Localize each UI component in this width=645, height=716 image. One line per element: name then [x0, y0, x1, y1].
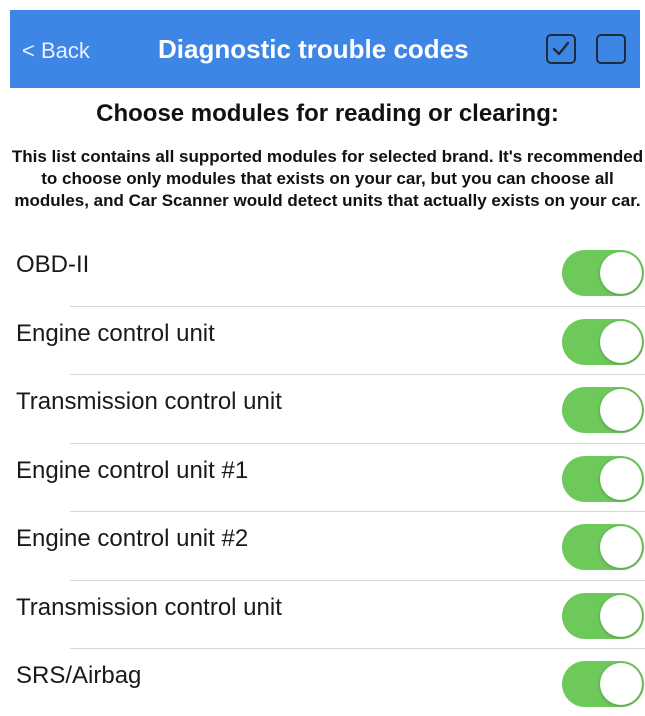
- module-row-obd-ii: OBD-II: [0, 238, 645, 307]
- module-row-srs-airbag: SRS/Airbag: [0, 649, 645, 716]
- module-label: Transmission control unit: [16, 593, 282, 621]
- module-toggle[interactable]: [562, 455, 644, 502]
- empty-checkbox-icon[interactable]: [596, 34, 626, 64]
- module-label: OBD-II: [16, 251, 90, 278]
- section-heading: Choose modules for reading or clearing:: [96, 100, 559, 127]
- navigation-bar: < Back Diagnostic trouble codes: [10, 10, 640, 88]
- toggle-knob: [600, 320, 642, 363]
- module-toggle[interactable]: [562, 592, 644, 639]
- section-description: This list contains all supported modules…: [11, 147, 644, 210]
- toggle-knob: [600, 594, 642, 637]
- toggle-knob: [600, 457, 642, 500]
- module-toggle[interactable]: [562, 387, 644, 433]
- module-toggle[interactable]: [562, 318, 644, 365]
- toggle-knob: [600, 526, 642, 568]
- module-row-engine-control-unit: Engine control unit: [0, 307, 645, 375]
- module-label: Engine control unit #2: [16, 525, 249, 552]
- back-button[interactable]: < Back: [22, 38, 90, 64]
- module-label: SRS/Airbag: [16, 662, 142, 689]
- toggle-knob: [600, 389, 642, 431]
- checked-checkbox-icon[interactable]: [546, 34, 576, 64]
- module-list: OBD-II Engine control unit Transmission …: [0, 238, 645, 716]
- toggle-knob: [600, 252, 642, 294]
- module-row-engine-control-unit-2: Engine control unit #2: [0, 512, 645, 581]
- module-row-transmission-control-unit: Transmission control unit: [0, 375, 645, 444]
- module-toggle[interactable]: [562, 661, 644, 707]
- screen: < Back Diagnostic trouble codes Choose m…: [0, 0, 645, 716]
- module-toggle[interactable]: [562, 524, 644, 570]
- toggle-knob: [600, 663, 642, 705]
- module-row-engine-control-unit-1: Engine control unit #1: [0, 444, 645, 512]
- module-row-transmission-control-unit-2: Transmission control unit: [0, 581, 645, 649]
- module-label: Transmission control unit: [16, 388, 282, 415]
- module-label: Engine control unit: [16, 319, 215, 347]
- page-title: Diagnostic trouble codes: [158, 34, 469, 64]
- module-toggle[interactable]: [562, 250, 644, 296]
- module-label: Engine control unit #1: [16, 456, 249, 484]
